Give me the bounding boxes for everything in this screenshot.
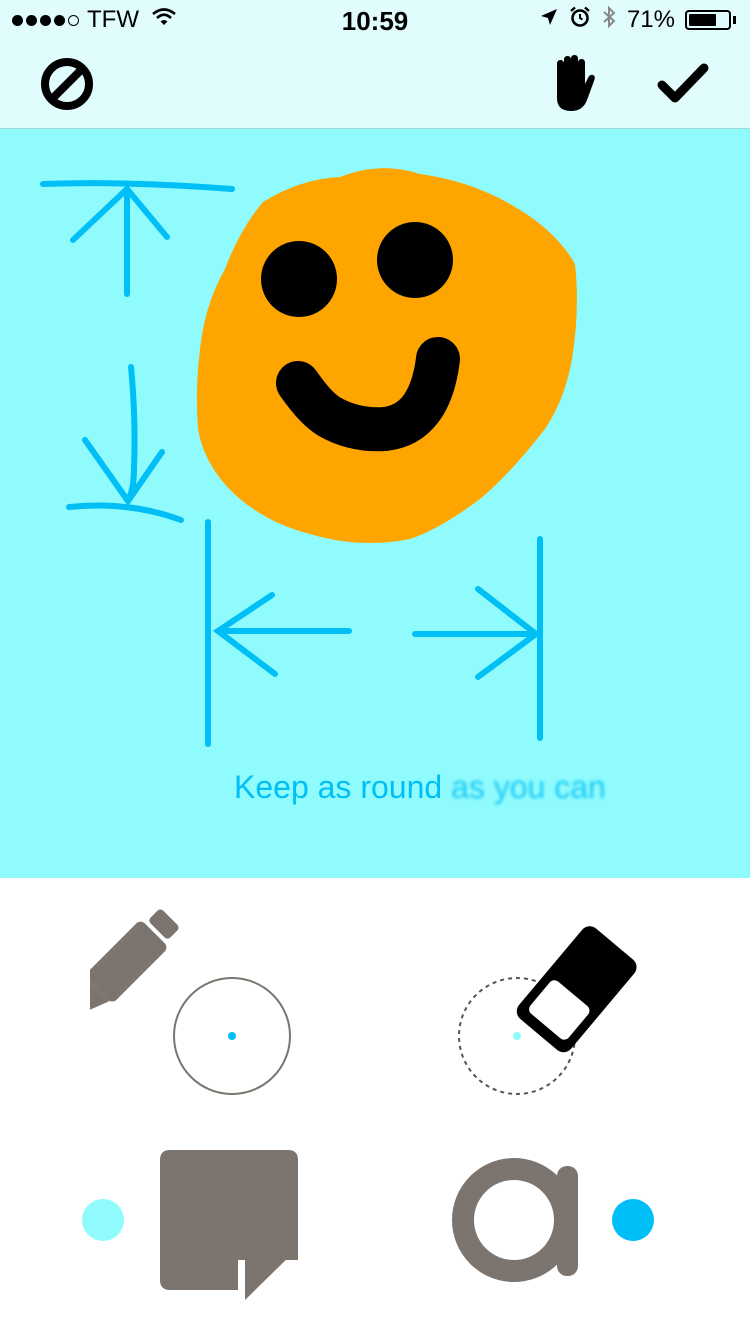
face-shape — [196, 168, 577, 543]
bluetooth-icon — [601, 5, 617, 36]
done-button[interactable] — [653, 54, 713, 114]
status-bar: TFW 10:59 71% — [0, 0, 750, 40]
eraser-icon — [458, 926, 637, 1095]
pen-icon — [67, 909, 291, 1095]
battery-icon — [685, 10, 731, 30]
checkmark-icon — [657, 63, 709, 103]
pan-hand-button[interactable] — [543, 54, 603, 114]
canvas-caption: Keep as round as you can — [234, 769, 606, 806]
cancel-button[interactable] — [37, 54, 97, 114]
eraser-tool-button[interactable] — [440, 898, 660, 1108]
location-arrow-icon — [539, 6, 559, 34]
caption-text: Keep as round — [234, 769, 443, 805]
cancel-icon — [41, 58, 93, 110]
paper-icon — [82, 1150, 298, 1300]
status-right: 71% — [539, 5, 736, 36]
left-eye — [261, 241, 337, 317]
paper-color-swatch — [82, 1199, 124, 1241]
pen-tool-button[interactable] — [67, 898, 310, 1108]
text-color-button[interactable] — [440, 1140, 680, 1300]
toolbar — [0, 40, 750, 129]
caption-partial-text: as you can — [451, 769, 606, 805]
battery-cap — [733, 16, 736, 24]
right-eye — [377, 222, 453, 298]
alarm-icon — [569, 6, 591, 35]
text-color-swatch — [612, 1199, 654, 1241]
tool-palette — [0, 878, 750, 1334]
hand-icon — [557, 55, 595, 111]
drawing-strokes — [40, 168, 577, 747]
battery-level — [689, 14, 716, 26]
drawing-canvas[interactable]: Keep as round as you can — [0, 129, 750, 878]
paper-color-button[interactable] — [70, 1140, 320, 1300]
text-icon — [452, 1158, 654, 1282]
width-arrow-marks — [205, 519, 543, 747]
battery-percent: 71% — [626, 6, 675, 33]
